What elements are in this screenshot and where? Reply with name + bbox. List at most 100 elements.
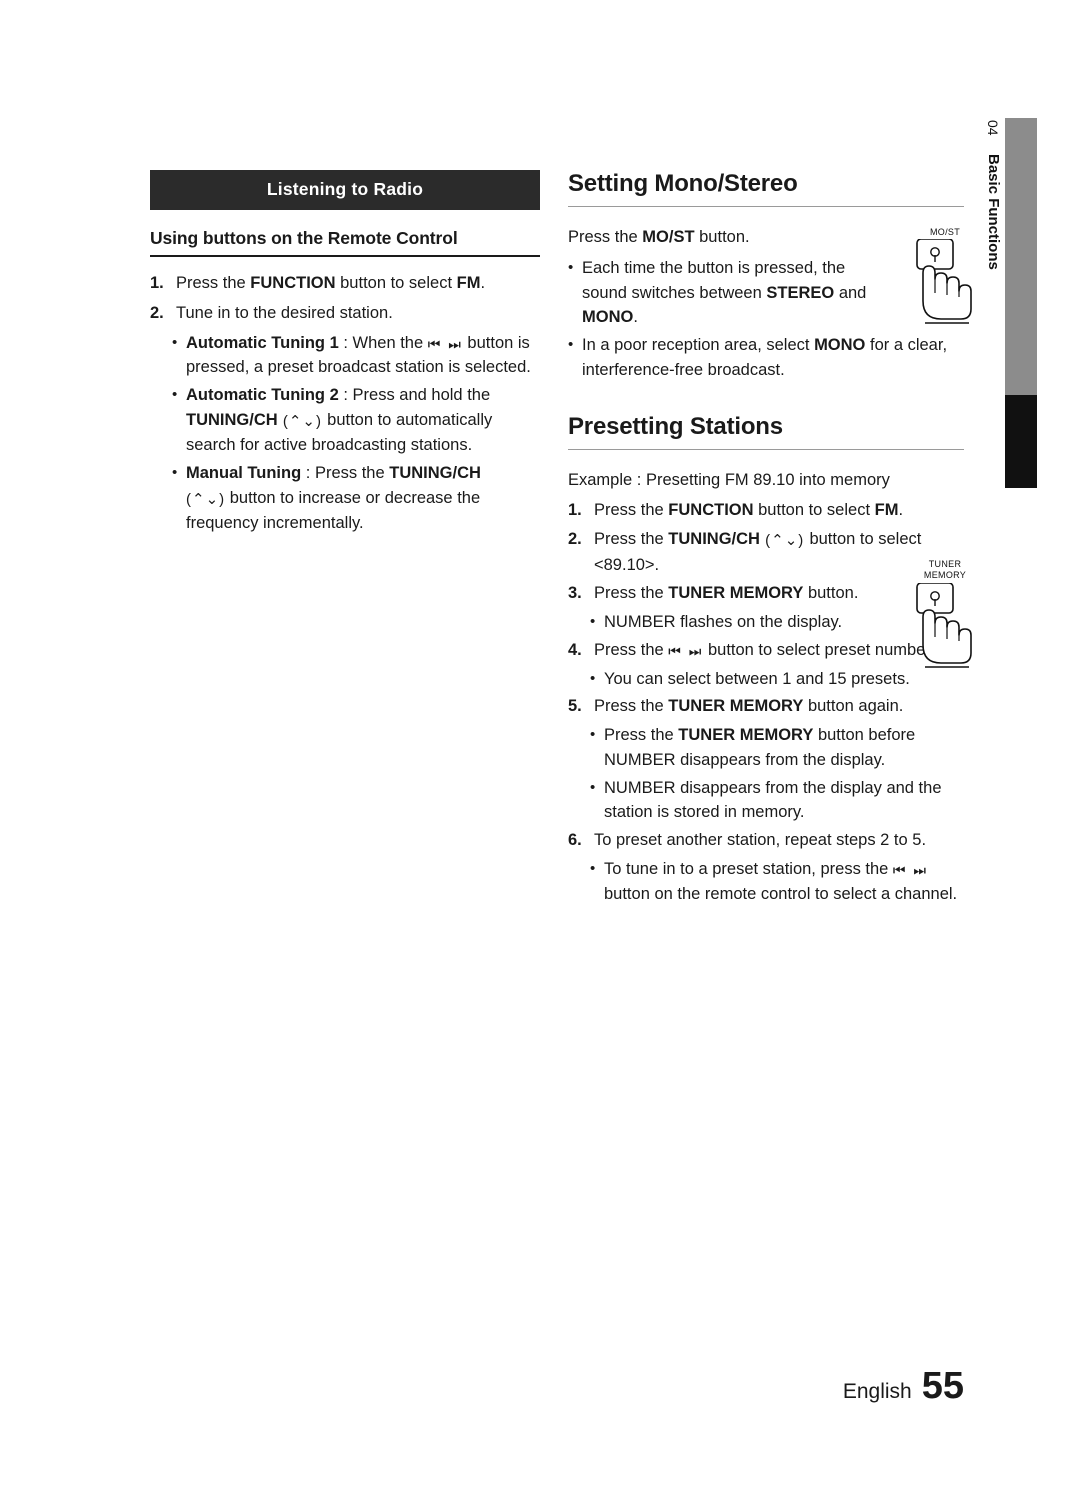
preset-step-5-text: Press the TUNER MEMORY button again. [594, 694, 964, 719]
preset-step-1-text: Press the FUNCTION button to select FM. [594, 498, 964, 523]
page-footer: English 55 [843, 1365, 964, 1408]
illustration-tuner-memory-button-press: TUNER MEMORY [905, 559, 985, 693]
bullet-automatic-tuning-1: • Automatic Tuning 1 : When the ⏮ ⏭ butt… [172, 331, 540, 381]
mono-intro-bold: MO/ST [642, 228, 695, 246]
p5b1-a: Press the [604, 726, 679, 744]
subheading-remote-control: Using buttons on the Remote Control [150, 210, 540, 257]
bullet-dot-icon: • [590, 778, 596, 796]
bullet-2-bold-tuning: TUNING/CH [186, 410, 278, 429]
p5-bold-tuner-memory: TUNER MEMORY [668, 697, 804, 716]
p6b-a: To tune in to a preset station, press th… [604, 859, 893, 878]
bullet-number-disappears: • NUMBER disappears from the display and… [590, 776, 964, 826]
bullet-dot-icon: • [590, 726, 596, 743]
bullet-3-text-a: : Press the [301, 464, 390, 482]
bullet-manual-tuning: • Manual Tuning : Press the TUNING/CH (⌃⌄… [172, 461, 540, 536]
tuner-button-label-line2: MEMORY [923, 570, 967, 581]
p2-bold-tuning: TUNING/CH [668, 530, 760, 548]
bullet-3-bold-tuning: TUNING/CH [389, 464, 481, 482]
step-2-number: 2. [150, 303, 164, 322]
bullet-2-label: Automatic Tuning 2 [186, 386, 339, 404]
p3-b: button. [803, 584, 859, 603]
mono-b1-c: . [633, 308, 638, 327]
p4-b: button to select preset number. [703, 640, 935, 659]
preset-step-5-number: 5. [568, 697, 582, 716]
p4-a: Press the [594, 640, 669, 659]
bullet-dot-icon: • [568, 336, 574, 353]
mono-intro-a: Press the [568, 228, 643, 246]
footer-language: English [842, 1380, 912, 1403]
bullet-dot-icon: • [590, 613, 596, 630]
preset-step-1: 1. Press the FUNCTION button to select F… [568, 498, 964, 523]
hand-pressing-button-icon [916, 238, 972, 325]
bullet-dot-icon: • [172, 333, 178, 351]
bullet-3-text-b: button to increase or decrease the frequ… [186, 488, 481, 533]
preset-step-4-number: 4. [568, 640, 582, 659]
step-1-bold-function: FUNCTION [250, 274, 336, 292]
bullet-manual-tuning-text: Manual Tuning : Press the TUNING/CH (⌃⌄) … [186, 461, 540, 536]
p3-bold-tuner-memory: TUNER MEMORY [668, 584, 804, 603]
p5b1-bold: TUNER MEMORY [678, 726, 814, 744]
p1-a: Press the [594, 501, 669, 520]
preset-step-3-number: 3. [568, 584, 582, 603]
p3-a: Press the [594, 584, 669, 603]
bullet-tune-to-preset-text: To tune in to a preset station, press th… [604, 857, 964, 907]
chapter-tab-marker [1005, 395, 1037, 488]
p1-c: . [898, 501, 904, 520]
p1-bold-fm: FM [874, 501, 899, 520]
prev-next-track-icon: ⏮ ⏭ [427, 335, 463, 352]
prev-next-track-icon: ⏮ ⏭ [668, 642, 704, 659]
tuning-up-down-icon: (⌃⌄) [186, 490, 226, 508]
tuning-up-down-icon: (⌃⌄) [277, 412, 328, 430]
bullet-press-before-text: Press the TUNER MEMORY button before NUM… [604, 723, 964, 773]
preset-example: Example : Presetting FM 89.10 into memor… [568, 470, 890, 489]
step-2-text: Tune in to the desired station. [176, 303, 393, 322]
preset-step-2-number: 2. [568, 530, 582, 548]
heading-setting-mono-stereo: Setting Mono/Stereo [568, 170, 964, 207]
section-banner-listening-to-radio: Listening to Radio [150, 170, 540, 210]
left-column: Listening to Radio Using buttons on the … [150, 170, 540, 539]
most-button-label: MO/ST [930, 227, 960, 237]
p5-b: button again. [803, 697, 904, 716]
preset-step-1-number: 1. [568, 501, 582, 520]
bullet-tune-to-preset: • To tune in to a preset station, press … [590, 857, 964, 907]
step-1-number: 1. [150, 274, 164, 292]
p2-a: Press the [594, 530, 669, 548]
prev-next-track-icon: ⏮ ⏭ [892, 861, 929, 878]
bullet-1-text-a: : When the [338, 333, 428, 352]
mono-b1-bold-stereo: STEREO [766, 283, 835, 302]
p6b-b: button on the remote control to select a… [604, 884, 958, 903]
step-1: 1. Press the FUNCTION button to select F… [150, 271, 540, 296]
bullet-mono-1-text: Each time the button is pressed, the sou… [582, 256, 882, 330]
heading-presetting-stations: Presetting Stations [568, 413, 964, 450]
tuner-button-label-line1: TUNER [928, 559, 962, 569]
bullet-dot-icon: • [590, 669, 596, 687]
step-2: 2. Tune in to the desired station. [150, 301, 540, 326]
step-1-text-b: button to select [335, 274, 457, 292]
bullet-dot-icon: • [172, 386, 178, 403]
bullet-press-before-number-disappears: • Press the TUNER MEMORY button before N… [590, 723, 964, 773]
hand-pressing-button-icon [916, 582, 972, 668]
tuning-up-down-icon: (⌃⌄) [759, 532, 810, 549]
mono-b2-a: In a poor reception area, select [582, 336, 815, 354]
step-1-bold-fm: FM [456, 274, 481, 292]
illustration-most-button-press: MO/ST [905, 227, 985, 349]
mono-b1-bold-mono: MONO [582, 308, 634, 327]
bullet-2-text-a: : Press and hold the [338, 386, 491, 404]
preset-step-6-number: 6. [568, 831, 582, 849]
bullet-automatic-tuning-2: • Automatic Tuning 2 : Press and hold th… [172, 383, 540, 458]
mono-intro-b: button. [694, 228, 750, 246]
preset-step-6-text: To preset another station, repeat steps … [594, 831, 927, 849]
step-1-text: Press the FUNCTION button to select FM. [176, 271, 540, 296]
mono-b2-bold: MONO [814, 336, 866, 354]
p1-b: button to select [753, 501, 875, 520]
bullet-3-label: Manual Tuning [186, 464, 302, 482]
bullet-automatic-tuning-2-text: Automatic Tuning 2 : Press and hold the … [186, 383, 540, 458]
bullet-automatic-tuning-1-text: Automatic Tuning 1 : When the ⏮ ⏭ button… [186, 331, 540, 381]
chapter-label: Basic Functions [985, 153, 1002, 270]
step-1-text-a: Press the [176, 274, 251, 292]
preset-step-5: 5. Press the TUNER MEMORY button again. [568, 694, 964, 719]
bullet-dot-icon: • [172, 464, 178, 481]
step-1-text-c: . [480, 274, 486, 292]
p5-a: Press the [594, 697, 669, 716]
chapter-number: 04 [985, 120, 1001, 136]
